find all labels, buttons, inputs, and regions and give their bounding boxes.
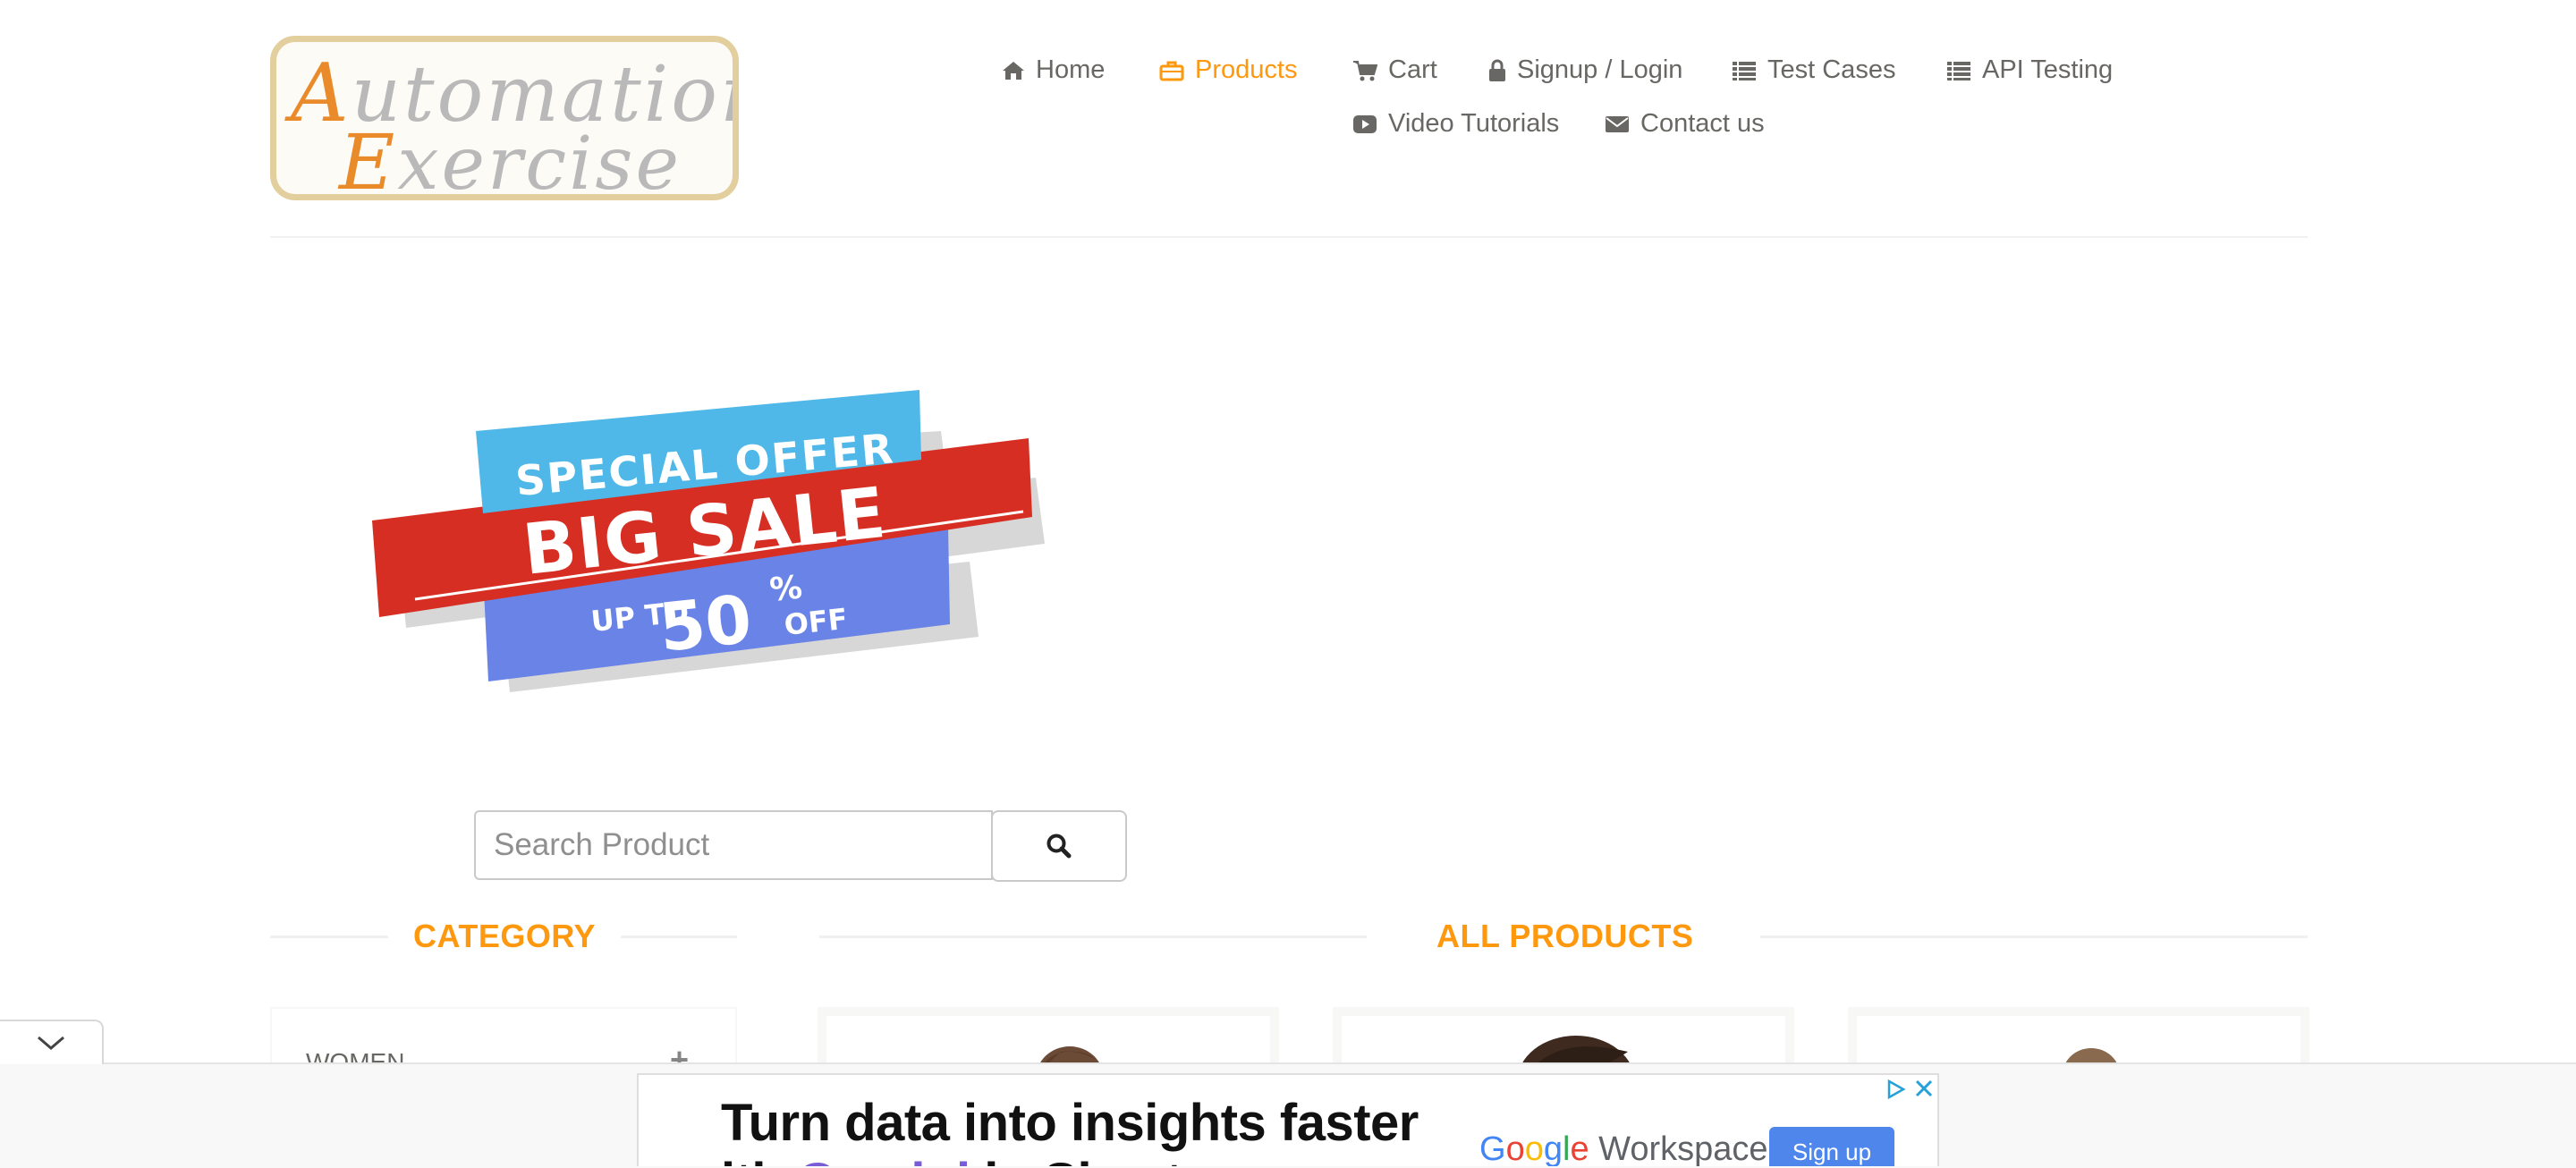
ad-signup-button[interactable]: Sign up xyxy=(1769,1127,1894,1166)
chevron-down-icon xyxy=(38,1036,64,1050)
search-input[interactable] xyxy=(474,810,993,880)
nav-api-testing[interactable]: API Testing xyxy=(1946,55,2113,85)
nav-products[interactable]: Products xyxy=(1159,55,1297,85)
briefcase-icon xyxy=(1159,61,1184,80)
ad-headline-line-2: ith Gemini in Sheets xyxy=(721,1152,1211,1166)
cart-icon xyxy=(1353,60,1377,80)
nav-contact-us[interactable]: Contact us xyxy=(1605,109,1765,139)
adchoices-icon[interactable] xyxy=(1885,1079,1907,1100)
products-title-rule-right xyxy=(1760,935,2308,938)
ad-banner[interactable]: Turn data into insights faster ith Gemin… xyxy=(637,1073,1939,1166)
banner-percent-value: 50 xyxy=(656,581,755,667)
nav-home[interactable]: Home xyxy=(1002,55,1105,85)
youtube-play-icon xyxy=(1353,114,1377,133)
category-title-rule-right xyxy=(621,935,737,938)
close-icon[interactable] xyxy=(1912,1077,1936,1100)
nav-test-cases[interactable]: Test Cases xyxy=(1732,55,1895,85)
ad-headline: Turn data into insights faster xyxy=(721,1094,1419,1152)
banner-off: OFF xyxy=(783,602,850,642)
search-icon xyxy=(1046,834,1072,859)
search-button[interactable] xyxy=(991,810,1127,882)
envelope-icon xyxy=(1606,115,1629,132)
all-products-title: ALL PRODUCTS xyxy=(1436,918,1694,954)
main-nav: Home Products Cart Signup / Login Test C… xyxy=(0,0,2576,179)
ad-collapse-toggle[interactable] xyxy=(0,1020,104,1064)
nav-video-tutorials[interactable]: Video Tutorials xyxy=(1352,109,1559,139)
lock-icon xyxy=(1489,59,1505,81)
products-title-rule-left xyxy=(819,935,1367,938)
sale-banner: SPECIAL OFFER BIG SALE UP TO 50 % OFF xyxy=(372,390,1045,692)
banner-percent-sign: % xyxy=(768,569,804,609)
list-icon xyxy=(1733,61,1756,80)
nav-cart[interactable]: Cart xyxy=(1352,55,1437,85)
category-title: CATEGORY xyxy=(413,918,597,954)
nav-signup-login[interactable]: Signup / Login xyxy=(1488,55,1682,85)
list-icon xyxy=(1947,61,1970,80)
category-title-rule-left xyxy=(270,935,388,938)
header-divider xyxy=(270,236,2308,238)
ad-brand-logo: Google Workspace xyxy=(1479,1130,1768,1166)
home-icon xyxy=(1003,61,1024,80)
